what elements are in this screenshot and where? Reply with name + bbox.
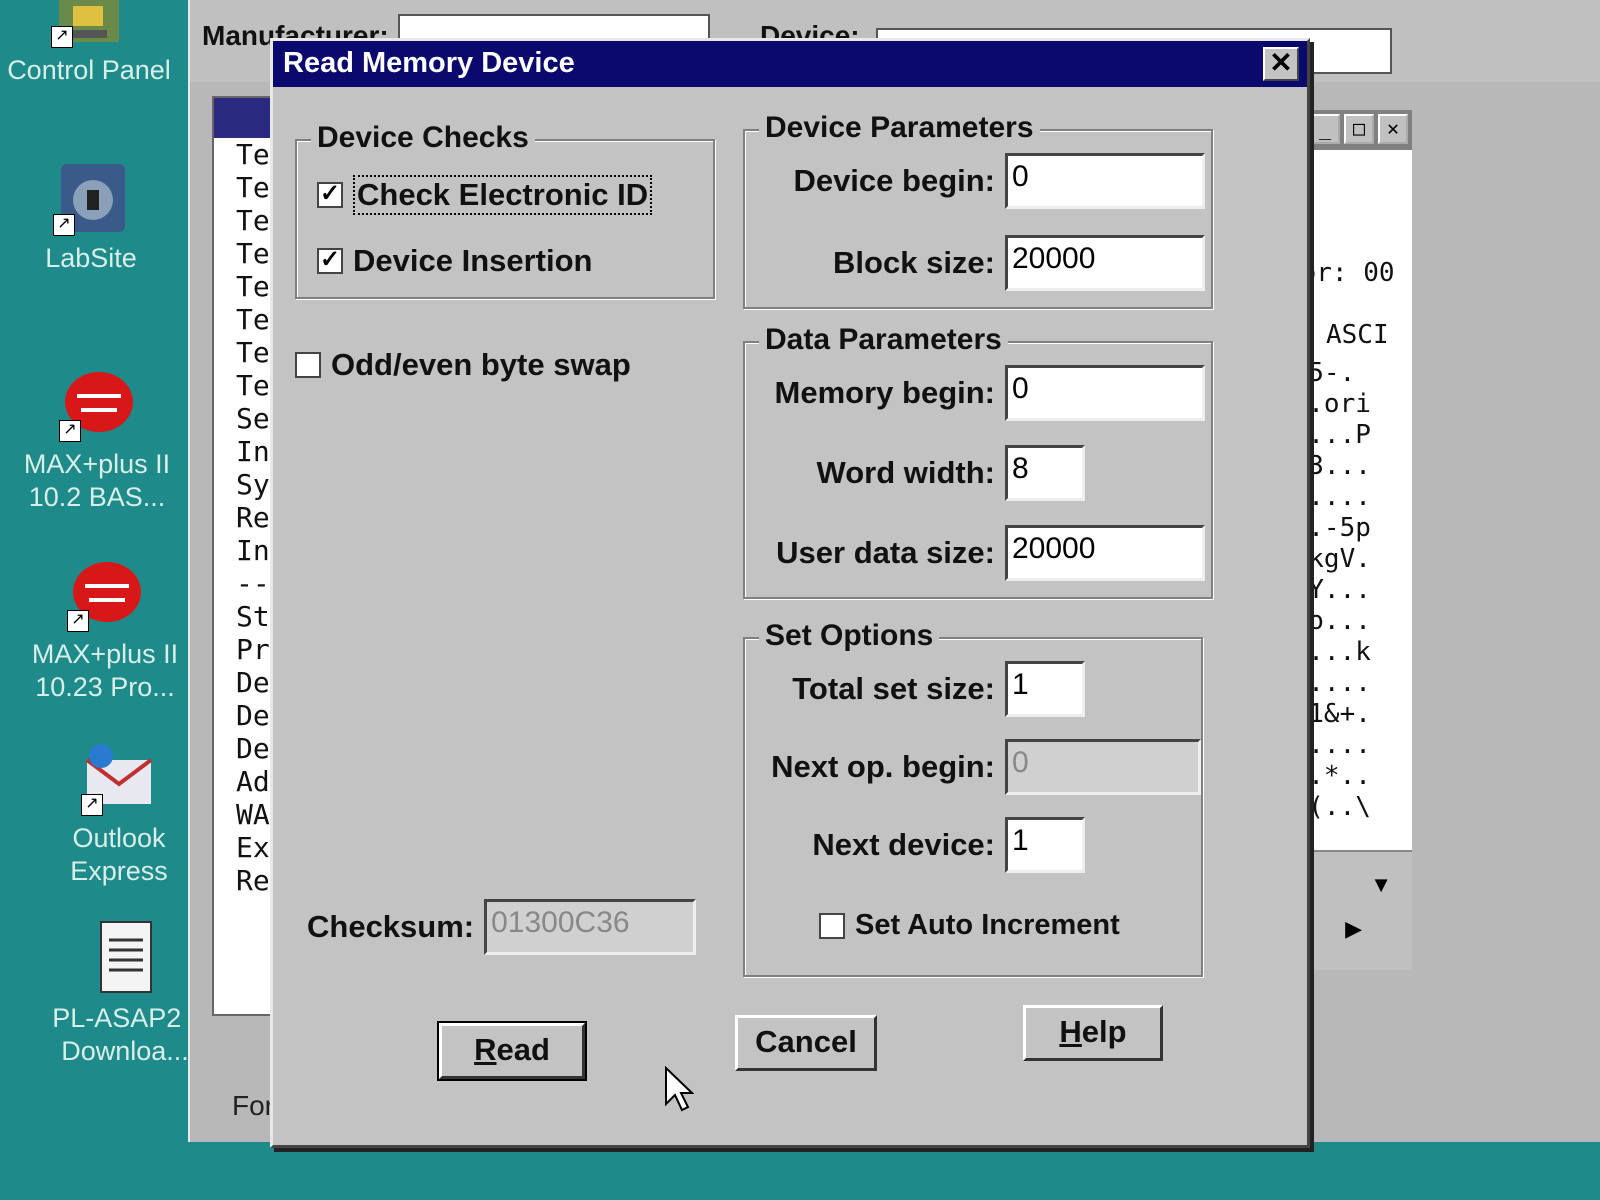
dialog-title: Read Memory Device — [283, 47, 575, 79]
data-parameters-title: Data Parameters — [759, 323, 1008, 357]
checkbox-label: Set Auto Increment — [855, 909, 1120, 941]
odd-even-byte-swap-checkbox[interactable]: Odd/even byte swap — [295, 347, 631, 383]
block-size-input[interactable]: 20000 — [1005, 235, 1205, 291]
device-begin-input[interactable]: 0 — [1005, 153, 1205, 209]
desktop-icon-labsite[interactable]: ↗ LabSite — [6, 160, 176, 275]
desktop-icon-label: PL-ASAP2 - Downloa... — [52, 1003, 198, 1066]
next-device-label: Next device: — [812, 827, 995, 862]
outlook-express-icon: ↗ — [81, 740, 157, 816]
shortcut-arrow-icon: ↗ — [51, 26, 73, 48]
set-options-title: Set Options — [759, 619, 940, 653]
user-data-size-input[interactable]: 20000 — [1005, 525, 1205, 581]
desktop-icon-outlook-express[interactable]: ↗ Outlook Express — [34, 740, 204, 888]
mouse-pointer-icon — [664, 1065, 695, 1117]
total-set-size-input[interactable]: 1 — [1005, 661, 1085, 717]
hex-ascii-header: ASCI — [1326, 320, 1389, 350]
cancel-button-label: Cancel — [755, 1024, 857, 1059]
memory-begin-label: Memory begin: — [774, 375, 995, 410]
device-checks-group: Device Checks ✓ Check Electronic ID ✓ De… — [295, 121, 715, 299]
next-op-begin-row: Next op. begin: 0 — [745, 739, 1201, 795]
maxplus-icon: ↗ — [59, 366, 135, 442]
user-data-size-label: User data size: — [776, 535, 995, 570]
next-op-begin-input: 0 — [1005, 739, 1201, 795]
next-device-input[interactable]: 1 — [1005, 817, 1085, 873]
scroll-down-icon[interactable]: ▼ — [1370, 872, 1392, 898]
close-icon: ✕ — [1269, 47, 1293, 78]
memory-begin-row: Memory begin: 0 — [745, 365, 1205, 421]
desktop-icon-maxplus-102[interactable]: ↗ MAX+plus II 10.2 BAS... — [12, 366, 182, 514]
help-button-rest: elp — [1081, 1014, 1127, 1049]
read-button[interactable]: Read — [437, 1021, 587, 1081]
dialog-titlebar[interactable]: Read Memory Device ✕ — [273, 41, 1307, 87]
checkbox-box[interactable] — [819, 912, 845, 939]
read-memory-device-dialog: Read Memory Device ✕ Device Checks ✓ Che… — [270, 38, 1310, 1148]
checksum-row: Checksum: 01300C36 — [307, 899, 697, 955]
read-button-rest: ead — [496, 1032, 550, 1067]
device-begin-row: Device begin: 0 — [745, 153, 1205, 209]
set-options-group: Set Options Total set size: 1 Next op. b… — [743, 619, 1203, 977]
desktop-icon-label: MAX+plus II 10.2 BAS... — [23, 449, 171, 512]
next-op-begin-label: Next op. begin: — [771, 749, 995, 784]
checkbox-label: Odd/even byte swap — [331, 347, 631, 382]
desktop-icon-label: Outlook Express — [70, 823, 168, 886]
shortcut-arrow-icon: ↗ — [59, 420, 81, 442]
total-set-size-label: Total set size: — [792, 671, 995, 706]
close-icon[interactable]: ✕ — [1378, 114, 1408, 144]
check-electronic-id-checkbox[interactable]: ✓ Check Electronic ID — [317, 175, 653, 215]
scroll-right-icon[interactable]: ▶ — [1345, 916, 1362, 942]
cancel-button[interactable]: Cancel — [735, 1015, 877, 1071]
desktop-icon-control-panel[interactable]: ↗ Control Panel — [4, 0, 174, 87]
word-width-row: Word width: 8 — [745, 445, 1085, 501]
block-size-label: Block size: — [833, 245, 995, 280]
minimize-icon[interactable]: _ — [1310, 114, 1340, 144]
word-width-input[interactable]: 8 — [1005, 445, 1085, 501]
word-width-label: Word width: — [816, 455, 996, 490]
help-button-accel: H — [1059, 1014, 1082, 1049]
checkbox-box[interactable] — [295, 352, 321, 378]
status-text: For — [232, 1090, 274, 1121]
device-checks-title: Device Checks — [311, 121, 535, 155]
set-auto-increment-checkbox[interactable]: Set Auto Increment — [819, 909, 1120, 942]
document-icon — [87, 920, 163, 996]
desktop-icon-pl-asap2[interactable]: PL-ASAP2 - Downloa... — [40, 920, 210, 1068]
control-panel-icon: ↗ — [51, 0, 127, 48]
help-button[interactable]: Help — [1023, 1005, 1163, 1061]
checkbox-box[interactable]: ✓ — [317, 182, 343, 208]
checkbox-label: Check Electronic ID — [353, 175, 653, 215]
user-data-size-row: User data size: 20000 — [745, 525, 1205, 581]
device-begin-label: Device begin: — [793, 163, 995, 198]
shortcut-arrow-icon: ↗ — [53, 214, 75, 236]
shortcut-arrow-icon: ↗ — [67, 610, 89, 632]
memory-begin-input[interactable]: 0 — [1005, 365, 1205, 421]
total-set-size-row: Total set size: 1 — [745, 661, 1085, 717]
device-parameters-group: Device Parameters Device begin: 0 Block … — [743, 111, 1213, 309]
checksum-label: Checksum: — [307, 909, 475, 944]
maxplus-icon: ↗ — [67, 556, 143, 632]
device-insertion-checkbox[interactable]: ✓ Device Insertion — [317, 243, 592, 279]
device-parameters-title: Device Parameters — [759, 111, 1040, 145]
next-device-row: Next device: 1 — [745, 817, 1085, 873]
checkbox-label: Device Insertion — [353, 243, 593, 278]
labsite-icon: ↗ — [53, 160, 129, 236]
close-button[interactable]: ✕ — [1263, 47, 1299, 81]
desktop-icon-maxplus-1023[interactable]: ↗ MAX+plus II 10.23 Pro... — [20, 556, 190, 704]
checksum-field: 01300C36 — [484, 899, 697, 955]
checkbox-box[interactable]: ✓ — [317, 248, 343, 274]
desktop-icon-label: LabSite — [45, 243, 137, 273]
maximize-icon[interactable]: □ — [1344, 114, 1374, 144]
shortcut-arrow-icon: ↗ — [81, 794, 103, 816]
data-parameters-group: Data Parameters Memory begin: 0 Word wid… — [743, 323, 1213, 599]
read-button-accel: R — [474, 1032, 497, 1067]
desktop-icon-label: Control Panel — [7, 55, 171, 85]
desktop-icon-label: MAX+plus II 10.23 Pro... — [31, 639, 179, 702]
block-size-row: Block size: 20000 — [745, 235, 1205, 291]
